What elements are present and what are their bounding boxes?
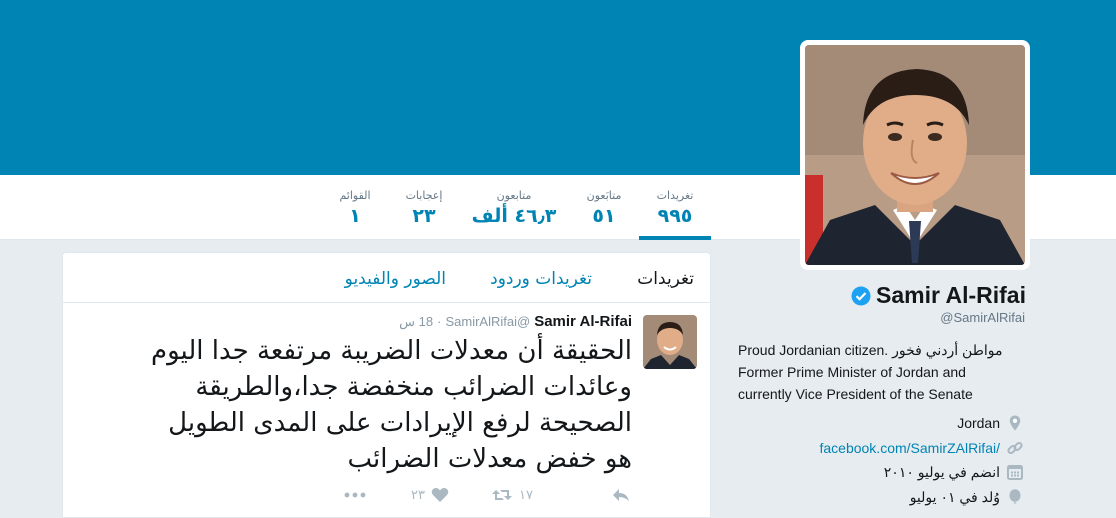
profile-url-link[interactable]: facebook.com/SamirZAlRifai/ bbox=[819, 440, 1000, 456]
profile-joined: انضم في يوليو ٢٠١٠ bbox=[884, 463, 1024, 481]
profile-link: facebook.com/SamirZAlRifai/ bbox=[819, 439, 1024, 457]
tweet-author-name[interactable]: Samir Al-Rifai bbox=[534, 313, 632, 330]
tweet-text-line: هو خفض معدلات الضرائب bbox=[347, 444, 632, 474]
tweet-header: Samir Al-Rifai @SamirAlRifai · 18 س bbox=[399, 313, 632, 330]
like-count: ٢٣ bbox=[411, 487, 425, 503]
retweet-action[interactable]: ١٧ bbox=[491, 487, 533, 503]
stat-likes-value: ٢٣ bbox=[412, 205, 436, 227]
tweet-item[interactable]: Samir Al-Rifai @SamirAlRifai · 18 س الحق… bbox=[63, 303, 710, 518]
reply-icon bbox=[613, 489, 629, 501]
stat-following-label: متابَعون bbox=[586, 189, 622, 202]
profile-bio: Proud Jordanian citizen. مواطن أردني فخو… bbox=[738, 339, 1028, 405]
stat-followers-value: ٤٦٫٣ ألف bbox=[471, 205, 557, 227]
tab-media[interactable]: الصور والفيديو bbox=[345, 269, 446, 289]
profile-name[interactable]: Samir Al-Rifai bbox=[876, 282, 1026, 309]
stat-followers[interactable]: متابعون ٤٦٫٣ ألف bbox=[470, 175, 558, 240]
stat-following[interactable]: متابَعون ٥١ bbox=[574, 175, 634, 240]
born-text: وُلد في ٠١ يوليو bbox=[909, 488, 1000, 505]
more-icon bbox=[344, 492, 366, 498]
profile-handle[interactable]: @SamirAlRifai bbox=[940, 310, 1025, 325]
bio-line: currently Vice President of the Senate bbox=[738, 386, 973, 402]
profile-name-row: Samir Al-Rifai bbox=[851, 282, 1026, 309]
stat-tweets-label: تغريدات bbox=[656, 189, 694, 202]
more-action[interactable] bbox=[343, 487, 367, 503]
bio-line: Proud Jordanian citizen. مواطن أردني فخو… bbox=[738, 342, 1003, 358]
stat-lists-label: القوائم bbox=[339, 189, 371, 202]
stat-likes[interactable]: إعجابات ٢٣ bbox=[396, 175, 452, 240]
tweet-text-line: وعائدات الضرائب منخفضة جدا،والطريقة bbox=[195, 372, 632, 402]
timeline-tabs: تغريدات تغريدات وردود الصور والفيديو bbox=[63, 253, 710, 303]
tweet-avatar[interactable] bbox=[643, 315, 697, 369]
tab-tweets-replies[interactable]: تغريدات وردود bbox=[490, 269, 592, 289]
calendar-icon bbox=[1007, 465, 1023, 480]
joined-text: انضم في يوليو ٢٠١٠ bbox=[883, 463, 1000, 480]
tweet-separator: · bbox=[437, 314, 442, 329]
stat-following-value: ٥١ bbox=[592, 205, 616, 227]
profile-avatar-frame[interactable] bbox=[800, 40, 1030, 270]
timeline: تغريدات تغريدات وردود الصور والفيديو Sam… bbox=[62, 252, 711, 518]
stat-lists[interactable]: القوائم ١ bbox=[330, 175, 380, 240]
stat-lists-value: ١ bbox=[349, 205, 361, 227]
profile-birthday: وُلد في ٠١ يوليو bbox=[910, 488, 1024, 506]
stat-tweets[interactable]: تغريدات ٩٩٥ bbox=[639, 175, 711, 240]
tweet-author-handle[interactable]: @SamirAlRifai bbox=[445, 314, 530, 329]
location-pin-icon bbox=[1009, 415, 1021, 431]
bio-line: Former Prime Minister of Jordan and bbox=[738, 364, 966, 380]
retweet-count: ١٧ bbox=[519, 487, 533, 503]
tweet-actions: ١٧ ٢٣ bbox=[343, 487, 633, 507]
verified-badge-icon bbox=[851, 286, 871, 305]
tab-tweets[interactable]: تغريدات bbox=[637, 269, 694, 289]
profile-location: Jordan bbox=[957, 414, 1024, 432]
link-icon bbox=[1007, 441, 1023, 455]
reply-action[interactable] bbox=[611, 487, 631, 503]
tweet-text: الحقيقة أن معدلات الضريبة مرتفعة جدا الي… bbox=[92, 333, 632, 477]
stat-followers-label: متابعون bbox=[496, 189, 532, 202]
tweet-text-line: الصحيحة لرفع الإيرادات على المدى الطويل bbox=[168, 408, 632, 438]
stat-tweets-value: ٩٩٥ bbox=[657, 205, 693, 227]
location-text: Jordan bbox=[957, 415, 1000, 431]
profile-avatar bbox=[805, 45, 1025, 265]
heart-icon bbox=[431, 488, 449, 502]
retweet-icon bbox=[492, 490, 512, 500]
tweet-text-line: الحقيقة أن معدلات الضريبة مرتفعة جدا الي… bbox=[150, 336, 632, 366]
stat-likes-label: إعجابات bbox=[405, 189, 443, 202]
balloon-icon bbox=[1009, 489, 1021, 504]
like-action[interactable]: ٢٣ bbox=[411, 487, 449, 503]
tweet-timestamp[interactable]: 18 س bbox=[399, 314, 433, 330]
